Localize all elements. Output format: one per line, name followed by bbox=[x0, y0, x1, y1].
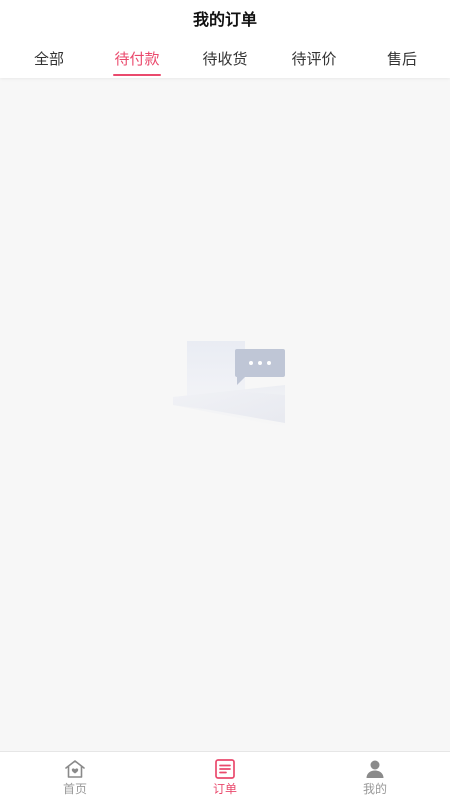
empty-box-message-icon bbox=[173, 341, 285, 427]
tabbar-item-orders[interactable]: 订单 bbox=[150, 752, 300, 800]
tabbar-label: 首页 bbox=[62, 782, 87, 796]
home-icon bbox=[65, 760, 85, 778]
tab-all[interactable]: 全部 bbox=[9, 48, 89, 78]
page-title: 我的订单 bbox=[192, 10, 257, 29]
order-icon bbox=[215, 759, 235, 779]
tab-after-sales[interactable]: 售后 bbox=[362, 48, 442, 78]
bottom-tab-bar: 首页 订单 我的 bbox=[0, 751, 450, 801]
order-status-tabs: 全部 待付款 待收货 待评价 售后 bbox=[0, 48, 450, 78]
empty-state bbox=[165, 335, 290, 435]
header: 我的订单 全部 待付款 待收货 待评价 售后 bbox=[0, 0, 450, 78]
tab-label: 售后 bbox=[386, 50, 417, 68]
tabbar-item-profile[interactable]: 我的 bbox=[300, 752, 450, 800]
user-icon bbox=[366, 760, 384, 778]
tab-pending-receipt[interactable]: 待收货 bbox=[185, 48, 265, 78]
tab-pending-review[interactable]: 待评价 bbox=[274, 48, 354, 78]
tabbar-label: 订单 bbox=[212, 782, 237, 796]
tabbar-item-home[interactable]: 首页 bbox=[0, 752, 150, 800]
tab-label: 待收货 bbox=[202, 50, 248, 68]
app-screen: 我的订单 全部 待付款 待收货 待评价 售后 首页 订单 我的 bbox=[0, 0, 450, 801]
tab-label: 待评价 bbox=[291, 50, 337, 68]
tabbar-label: 我的 bbox=[362, 782, 387, 796]
active-tab-indicator bbox=[113, 74, 161, 76]
tab-pending-payment[interactable]: 待付款 bbox=[97, 48, 177, 78]
tab-label: 全部 bbox=[33, 50, 64, 68]
tab-label: 待付款 bbox=[114, 50, 160, 68]
